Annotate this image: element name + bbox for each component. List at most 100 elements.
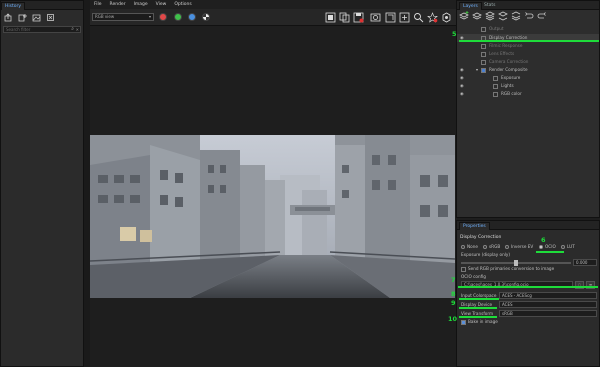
layer-checkbox[interactable] (481, 59, 486, 65)
layer-row-camera-correction[interactable]: Camera Correction (457, 58, 599, 66)
annotation-6: 6 (541, 236, 546, 244)
menu-image[interactable]: Image (134, 2, 148, 7)
settings-icon[interactable] (441, 12, 452, 23)
alpha-channel-toggle[interactable] (202, 13, 210, 21)
layer-row-output[interactable]: Output (457, 25, 599, 33)
radio-label: sRGB (489, 244, 501, 249)
menu-file[interactable]: File (94, 2, 102, 7)
viewer-toolbar: RGB view ▾ (90, 9, 456, 26)
search-icon: ⌕ (71, 26, 74, 32)
tab-properties[interactable]: Properties (459, 222, 490, 230)
layer-name: RGB color (501, 91, 522, 96)
menu-view[interactable]: View (156, 2, 167, 7)
add-icon[interactable] (17, 12, 28, 23)
expand-chevron-icon[interactable]: ▾ (476, 66, 478, 74)
stack-icon[interactable] (498, 11, 508, 21)
copy-icon[interactable] (339, 12, 350, 23)
layer-name: Lights (501, 83, 514, 88)
tab-history[interactable]: History (1, 2, 26, 10)
region-icon[interactable] (325, 12, 336, 23)
image-icon[interactable] (31, 12, 42, 23)
layers-panel: Layers Stats Output ◉ Display Correction… (456, 0, 600, 218)
annotation-underline (536, 251, 564, 253)
remove-layer-icon[interactable] (472, 11, 482, 21)
annotation-underline (458, 286, 598, 288)
ocio-config-label: OCIO config (461, 274, 486, 279)
radio-none[interactable] (461, 245, 465, 249)
radio-lut[interactable] (561, 245, 565, 249)
image-viewport[interactable] (90, 26, 456, 367)
tab-layers[interactable]: Layers (459, 2, 482, 10)
history-tabbar: History (1, 1, 83, 10)
exposure-label: Exposure (display only) (461, 252, 511, 257)
layer-row-render-composite[interactable]: ◉ ▾ Render Composite (457, 66, 599, 74)
radio-srgb[interactable] (483, 245, 487, 249)
layer-row-filmic-response[interactable]: Filmic Response (457, 42, 599, 50)
fit-icon[interactable] (399, 12, 410, 23)
view-mode-select[interactable]: RGB view ▾ (92, 13, 154, 21)
export-icon[interactable] (3, 12, 14, 23)
layer-row-lights[interactable]: ◉ Lights (457, 82, 599, 90)
properties-tabbar: Properties (457, 221, 599, 230)
menu-bar: File Render Image View Options (90, 0, 456, 9)
visibility-eye-icon[interactable]: ◉ (460, 82, 467, 90)
layer-checkbox[interactable] (481, 43, 486, 49)
star-icon[interactable] (427, 12, 438, 23)
layer-row-lens-effects[interactable]: Lens Effects (457, 50, 599, 58)
undo-icon[interactable] (524, 11, 534, 21)
radio-ocio[interactable] (539, 245, 543, 249)
blue-channel-toggle[interactable] (188, 13, 196, 21)
radio-inverse-ev[interactable] (505, 245, 509, 249)
browse-icon[interactable]: ◌ (575, 281, 584, 289)
menu-icon[interactable]: ≡ (586, 281, 595, 289)
convert-label: Send RGB primaries conversion to image (468, 266, 555, 271)
merge-icon[interactable] (485, 11, 495, 21)
visibility-eye-icon[interactable]: ◉ (460, 66, 467, 74)
input-colorspace-select[interactable]: ACES - ACEScg (499, 292, 597, 299)
layer-checkbox[interactable] (481, 26, 486, 32)
bake-checkbox[interactable] (461, 320, 466, 325)
search-placeholder: Search filter (6, 27, 31, 32)
annotation-underline (459, 40, 599, 42)
menu-render[interactable]: Render (110, 2, 126, 7)
view-transform-select[interactable]: sRGB (499, 310, 597, 317)
layer-name: Lens Effects (489, 51, 515, 56)
layers-tabbar: Layers Stats (457, 1, 599, 10)
visibility-eye-icon[interactable]: ◉ (460, 74, 467, 82)
layer-row-rgb-color[interactable]: ◉ RGB color (457, 90, 599, 98)
layer-checkbox[interactable] (493, 83, 498, 89)
layer-name: Render Composite (489, 67, 528, 72)
convert-checkbox[interactable] (461, 267, 466, 272)
radio-label: LUT (567, 244, 575, 249)
green-channel-toggle[interactable] (174, 13, 182, 21)
exposure-value-field[interactable]: 0.000 (573, 259, 597, 266)
crop-icon[interactable] (385, 12, 396, 23)
annotation-7: 7 (451, 276, 456, 284)
layer-checkbox[interactable] (481, 51, 486, 57)
layer-checkbox[interactable] (493, 75, 498, 81)
layer-name: Exposure (501, 75, 521, 80)
bake-label: Bake in image (468, 319, 498, 324)
tab-stats[interactable]: Stats (481, 2, 499, 10)
flatten-icon[interactable] (511, 11, 521, 21)
history-search-input[interactable]: Search filter ⌕ ✕ (3, 26, 81, 33)
clear-icon[interactable]: ✕ (76, 27, 79, 32)
add-layer-icon[interactable] (459, 11, 469, 21)
layer-row-exposure[interactable]: ◉ Exposure (457, 74, 599, 82)
layer-name: Output (489, 26, 504, 31)
delete-icon[interactable] (45, 12, 56, 23)
history-panel: History Search filter ⌕ ✕ (0, 0, 84, 367)
visibility-eye-icon[interactable]: ◉ (460, 90, 467, 98)
chevron-down-icon: ▾ (148, 14, 151, 19)
annotation-underline (459, 298, 499, 300)
snapshot-icon[interactable] (370, 12, 381, 23)
annotation-5: 5 (452, 30, 457, 38)
display-device-select[interactable]: ACES (499, 301, 597, 308)
annotation-8: 8 (451, 290, 456, 298)
layer-checkbox[interactable] (493, 91, 498, 97)
red-channel-toggle[interactable] (159, 13, 167, 21)
zoom-icon[interactable] (413, 12, 424, 23)
menu-options[interactable]: Options (174, 2, 191, 7)
redo-icon[interactable] (537, 11, 547, 21)
save-icon[interactable] (353, 12, 364, 23)
